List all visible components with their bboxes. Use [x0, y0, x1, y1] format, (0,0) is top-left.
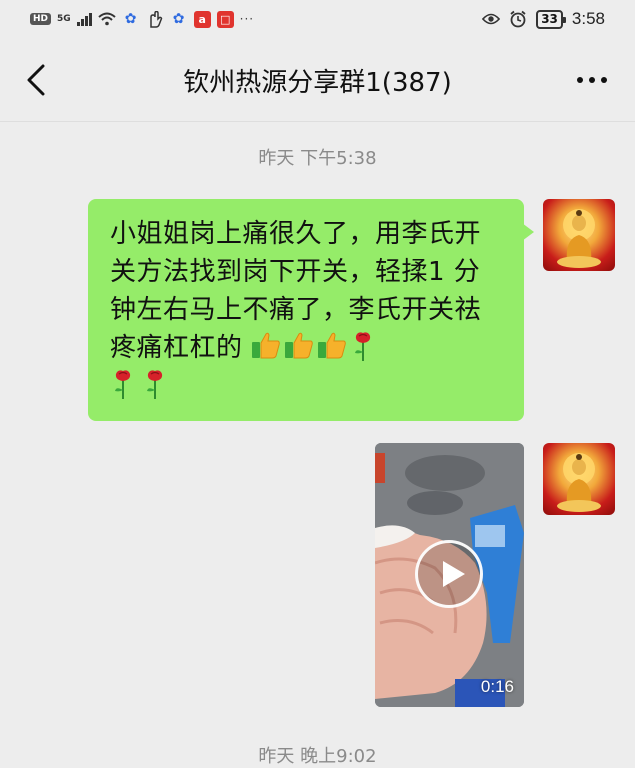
- alarm-icon: [509, 10, 527, 28]
- buddha-avatar-image: [557, 453, 601, 512]
- thumbs-up-emoji: [252, 332, 281, 359]
- more-button[interactable]: [569, 64, 615, 96]
- clock: 3:58: [571, 9, 605, 28]
- buddha-avatar[interactable]: [543, 443, 615, 515]
- buddha-avatar[interactable]: [543, 199, 615, 271]
- status-bar: HD 5G ✿ ✿ a □ ··· 33 3:58: [0, 0, 635, 38]
- message-bubble[interactable]: 小姐姐岗上痛很久了，用李氏开关方法找到岗下开关，轻揉1 分钟左右马上不痛了，李氏…: [88, 199, 534, 421]
- hand-icon: [146, 10, 164, 28]
- more-icon: [577, 77, 583, 83]
- more-notifications-icon: ···: [239, 12, 255, 26]
- baidu-paw-icon-2: ✿: [172, 11, 185, 27]
- thumbs-up-emoji: [318, 332, 347, 359]
- play-button[interactable]: [415, 540, 483, 608]
- video-duration: 0:16: [480, 677, 514, 696]
- hd-badge: HD: [30, 13, 52, 25]
- app-a-icon: a: [193, 10, 211, 28]
- rose-emoji: [147, 370, 163, 399]
- status-right: 33 3:58: [482, 8, 605, 30]
- video-message[interactable]: 0:16: [375, 443, 524, 707]
- message-timestamp: 昨天 晚上9:02: [258, 746, 377, 767]
- eye-icon: [482, 10, 501, 28]
- status-left: HD 5G ✿ ✿ a □ ···: [30, 8, 254, 30]
- wifi-icon: [98, 10, 116, 28]
- rose-emoji: [355, 332, 371, 361]
- network-label: 5G: [57, 13, 71, 24]
- buddha-avatar-image: [557, 209, 601, 268]
- signal-icon: [76, 12, 92, 26]
- rose-emoji: [115, 370, 131, 399]
- thumbs-up-emoji: [285, 332, 314, 359]
- chat-header: 钦州热源分享群1(387): [0, 38, 635, 122]
- message-timestamp: 昨天 下午5:38: [258, 148, 377, 169]
- chat-title: 钦州热源分享群1(387): [183, 68, 452, 98]
- app-square-icon: □: [216, 10, 234, 28]
- baidu-paw-icon: ✿: [124, 11, 137, 27]
- battery-level: 33: [536, 9, 566, 29]
